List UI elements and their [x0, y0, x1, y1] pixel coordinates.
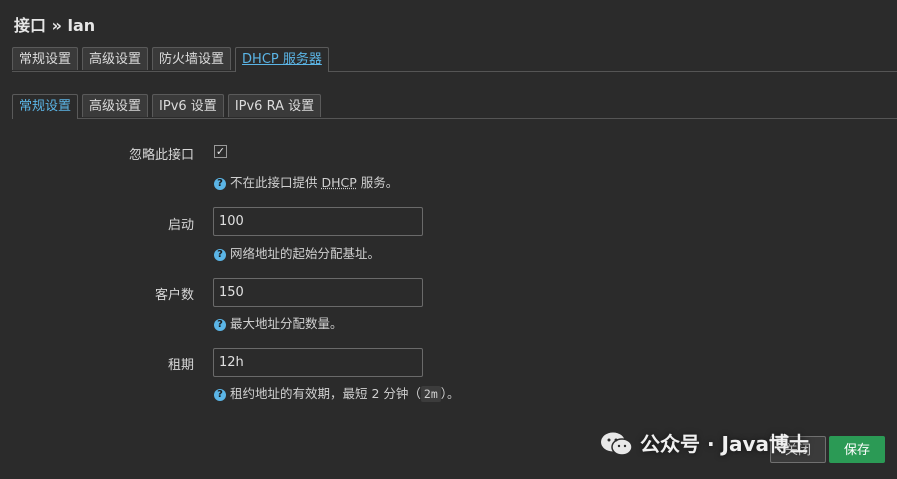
limit-hint: ? 最大地址分配数量。	[214, 313, 343, 332]
tab-label: 高级设置	[89, 52, 142, 67]
limit-input[interactable]: 150	[213, 278, 423, 307]
help-icon: ?	[214, 389, 226, 401]
tab-label: IPv6 RA 设置	[234, 99, 315, 114]
tab-firewall[interactable]: 防火墙设置	[152, 47, 232, 70]
tab-label: 高级设置	[89, 99, 142, 114]
leasetime-hint: ? 租约地址的有效期，最短 2 分钟（ 2m）。	[214, 383, 460, 402]
leasetime-label: 租期	[167, 358, 194, 373]
tab-advanced[interactable]: 高级设置	[82, 47, 149, 70]
tab-label: 常规设置	[19, 99, 72, 114]
ignore-interface-hint: ? 不在此接口提供 DHCP 服务。	[214, 172, 398, 191]
tab-label: 常规设置	[19, 52, 72, 67]
hint-text: ）。	[440, 386, 460, 401]
help-icon: ?	[214, 249, 226, 261]
hint-text: 网络地址的起始分配基址。	[230, 246, 381, 261]
tab-general[interactable]: 常规设置	[12, 47, 79, 70]
hint-text: 最大地址分配数量。	[230, 316, 343, 331]
ignore-interface-label: 忽略此接口	[128, 148, 194, 163]
start-label: 启动	[167, 218, 194, 233]
tab-label: IPv6 设置	[159, 99, 217, 114]
watermark-text: 公众号 · Java博士	[640, 432, 809, 456]
start-hint: ? 网络地址的起始分配基址。	[214, 243, 380, 262]
hint-text: 不在此接口提供	[230, 175, 322, 190]
subtab-advanced[interactable]: 高级设置	[82, 94, 149, 117]
wechat-icon	[601, 432, 633, 456]
subtab-ipv6-ra[interactable]: IPv6 RA 设置	[227, 94, 322, 117]
tab-label: 防火墙设置	[159, 52, 225, 67]
leasetime-input[interactable]: 12h	[213, 348, 423, 377]
subtab-ipv6[interactable]: IPv6 设置	[152, 94, 224, 117]
hint-code: 2m	[420, 386, 441, 402]
sub-tab-bar: 常规设置 高级设置 IPv6 设置 IPv6 RA 设置	[12, 94, 897, 119]
help-icon: ?	[214, 178, 226, 190]
start-input[interactable]: 100	[213, 207, 423, 236]
hint-text: 租约地址的有效期，最短 2 分钟（	[230, 386, 421, 401]
dhcp-abbr: DHCP	[321, 175, 357, 190]
main-tab-bar: 常规设置 高级设置 防火墙设置 DHCP 服务器	[12, 47, 897, 72]
limit-label: 客户数	[154, 288, 194, 303]
save-button[interactable]: 保存	[829, 436, 885, 463]
hint-text: 服务。	[356, 175, 399, 190]
tab-label: DHCP 服务器	[242, 52, 322, 67]
help-icon: ?	[214, 319, 226, 331]
watermark: 公众号 · Java博士	[600, 426, 809, 462]
tab-dhcp-server[interactable]: DHCP 服务器	[235, 47, 329, 72]
ignore-interface-checkbox[interactable]: ✓	[214, 145, 227, 158]
page-title: 接口 » lan	[14, 16, 96, 35]
subtab-general[interactable]: 常规设置	[12, 94, 79, 119]
